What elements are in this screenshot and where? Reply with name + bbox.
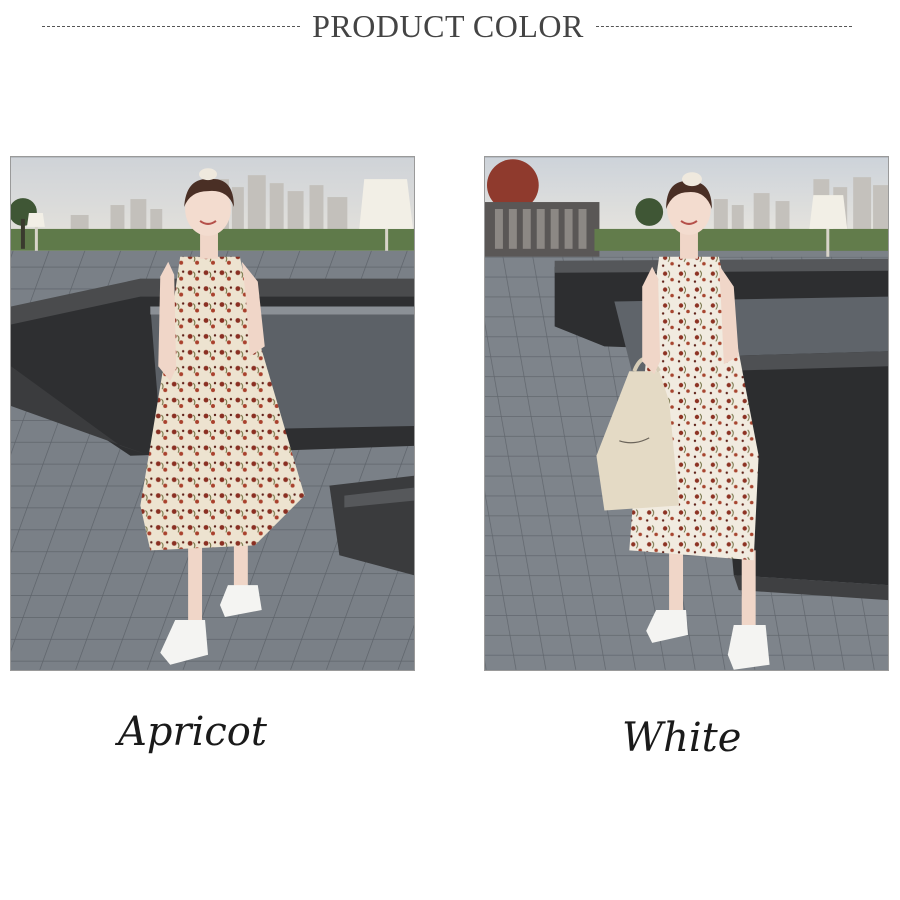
product-photo-apricot[interactable]: [10, 156, 415, 671]
product-photo-white[interactable]: [484, 156, 889, 671]
color-label-white: White: [622, 715, 742, 761]
header-divider-right: [596, 26, 852, 27]
photo-model-floral-dress-with-tote-icon: [485, 157, 888, 670]
color-label-apricot: Apricot: [118, 709, 267, 755]
section-header: PRODUCT COLOR: [0, 0, 900, 52]
photo-model-floral-dress-icon: [11, 157, 414, 670]
page-title: PRODUCT COLOR: [312, 8, 584, 44]
header-divider-left: [42, 26, 300, 27]
